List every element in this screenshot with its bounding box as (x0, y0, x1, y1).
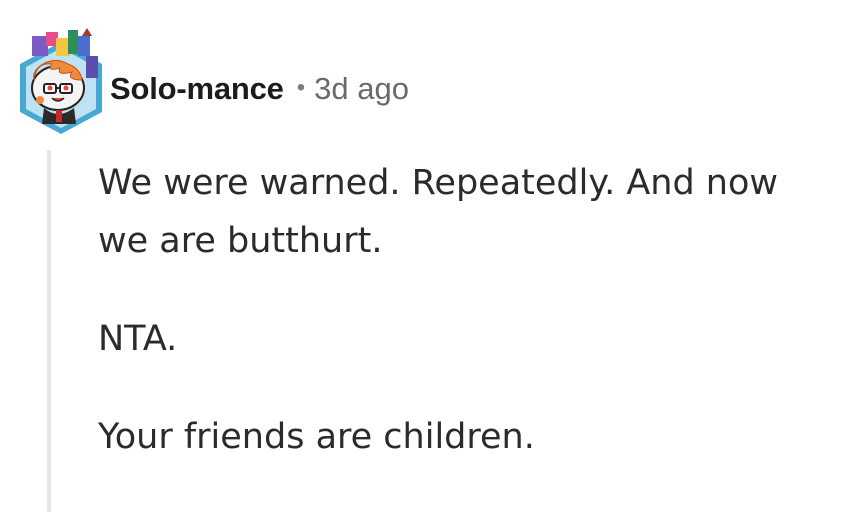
timestamp-link[interactable]: 3d ago (314, 71, 409, 107)
comment-paragraph: NTA. (98, 319, 178, 359)
comment-body: We were warned. Repeatedly. And now we a… (98, 154, 838, 466)
comment: Solo-mance • 3d ago We were warned. Repe… (0, 0, 856, 512)
username-link[interactable]: Solo-mance (110, 71, 284, 107)
comment-paragraph: Your friends are children. (98, 417, 535, 457)
comment-header: Solo-mance • 3d ago (110, 66, 409, 112)
separator-dot: • (296, 74, 306, 101)
thread-collapse-line[interactable] (47, 150, 51, 512)
user-avatar-icon[interactable] (16, 28, 106, 134)
comment-paragraph: We were warned. Repeatedly. And now we a… (98, 163, 779, 261)
